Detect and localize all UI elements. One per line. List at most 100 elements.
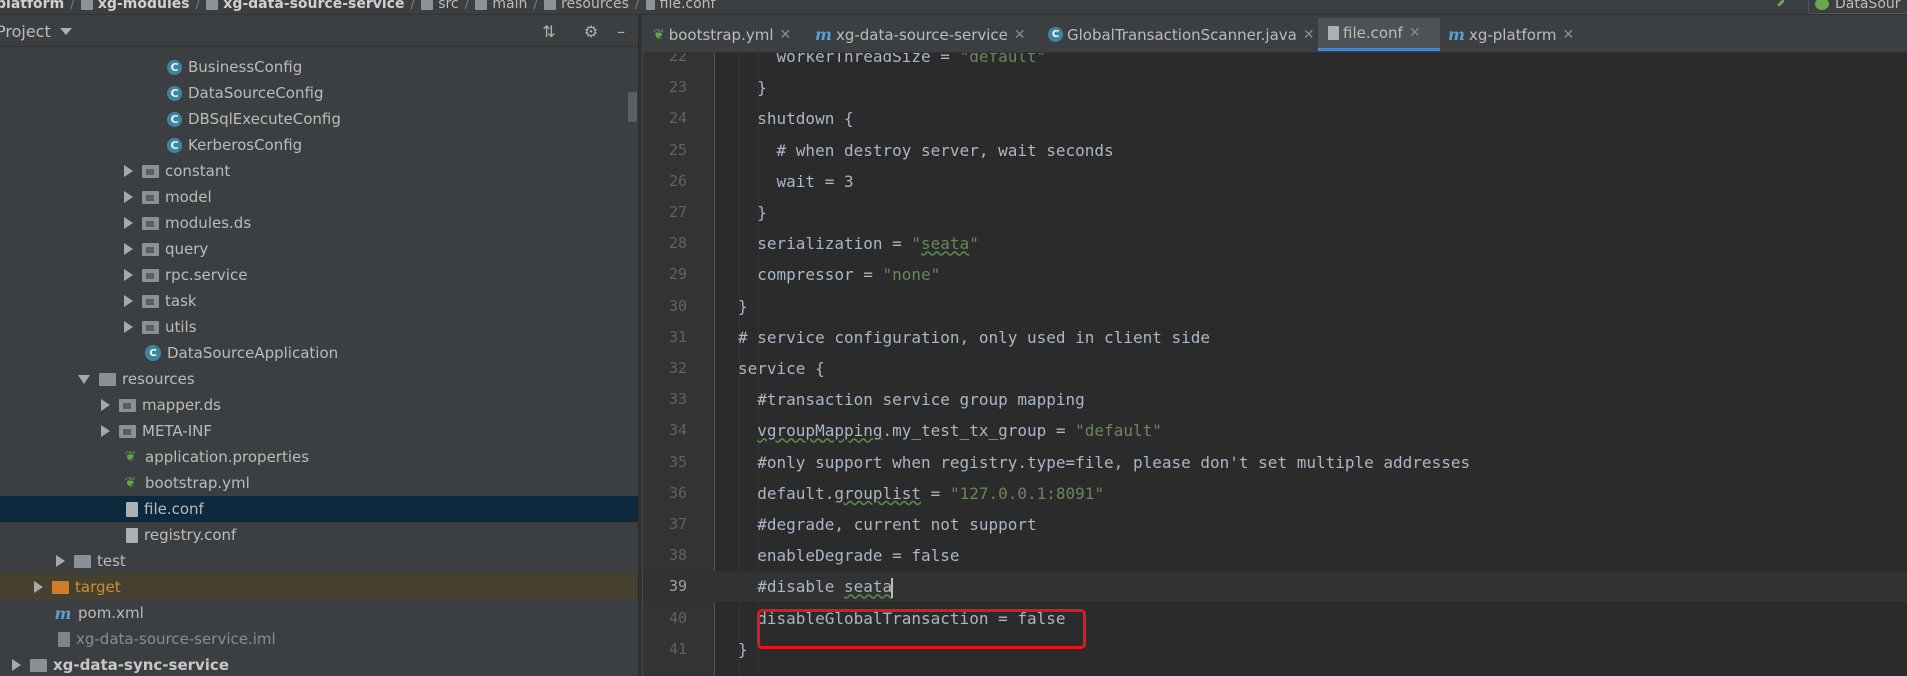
tree-item-label: application.properties [145, 448, 310, 466]
spring-boot-application-icon: C [145, 345, 161, 361]
breadcrumb-item-xg-data-source-service[interactable]: xg-data-source-service [223, 0, 404, 12]
tree-item-dbsqlexecuteconfig[interactable]: C DBSqlExecuteConfig [0, 106, 638, 132]
tree-item-constant[interactable]: constant [0, 158, 638, 184]
tree-item-datasourceconfig[interactable]: C DataSourceConfig [0, 80, 638, 106]
code-line[interactable]: 31 # service configuration, only used in … [643, 322, 1907, 353]
collapse-arrow-icon[interactable] [78, 374, 90, 384]
tree-item-kerberosconfig[interactable]: C KerberosConfig [0, 132, 638, 158]
expand-arrow-icon[interactable] [124, 321, 133, 333]
expand-arrow-icon[interactable] [101, 425, 110, 437]
module-folder-icon [30, 658, 47, 672]
tree-item-utils[interactable]: utils [0, 314, 638, 340]
code-editor[interactable]: 22 workerThreadSize = "default" 23 } 24 sh… [643, 53, 1907, 676]
breadcrumb-item-resources[interactable]: resources [561, 0, 629, 12]
breadcrumb-separator: / [464, 0, 470, 12]
tree-item-meta-inf[interactable]: META-INF [0, 418, 638, 444]
tree-item-modules-ds[interactable]: modules.ds [0, 210, 638, 236]
code-line[interactable]: 37 #degrade, current not support [643, 509, 1907, 540]
tree-item-label: pom.xml [78, 604, 144, 622]
expand-arrow-icon[interactable] [124, 295, 133, 307]
tree-item-label: DataSourceApplication [167, 344, 339, 362]
code-line[interactable]: 34 vgroupMapping.my_test_tx_group = "def… [643, 415, 1907, 446]
code-line[interactable]: 29 compressor = "none" [643, 259, 1907, 290]
expand-arrow-icon[interactable] [124, 243, 133, 255]
code-line[interactable]: 23 } [643, 72, 1907, 103]
breadcrumb-item-src[interactable]: src [438, 0, 458, 12]
breadcrumb-item-main[interactable]: main [492, 0, 527, 12]
tree-item-application-properties[interactable]: ❦ application.properties [0, 444, 638, 470]
tree-item-iml-file[interactable]: xg-data-source-service.iml [0, 626, 638, 652]
tree-item-rpc-service[interactable]: rpc.service [0, 262, 638, 288]
code-line[interactable]: 38 enableDegrade = false [643, 540, 1907, 571]
tree-item-label: modules.ds [165, 214, 252, 232]
code-line[interactable]: 24 shutdown { [643, 103, 1907, 134]
close-icon[interactable]: ✕ [1014, 27, 1026, 43]
tree-item-xg-data-sync-service[interactable]: xg-data-sync-service [0, 652, 638, 676]
run-configuration-label: DataSour [1835, 0, 1901, 12]
code-text: vgroupMapping.my_test_tx_group = "defaul… [757, 421, 1162, 441]
breadcrumb-item-platform[interactable]: platform [0, 0, 64, 12]
tree-item-registry-conf[interactable]: registry.conf [0, 522, 638, 548]
breadcrumb-item-file-conf[interactable]: file.conf [660, 0, 716, 12]
code-line[interactable]: 25 # when destroy server, wait seconds [643, 135, 1907, 166]
expand-arrow-icon[interactable] [124, 191, 133, 203]
package-folder-icon [142, 320, 159, 334]
code-line[interactable]: 26 wait = 3 [643, 166, 1907, 197]
expand-arrow-icon[interactable] [124, 217, 133, 229]
tree-item-bootstrap-yml[interactable]: ❦ bootstrap.yml [0, 470, 638, 496]
close-icon[interactable]: ✕ [1562, 27, 1574, 43]
expand-arrow-icon[interactable] [56, 555, 65, 567]
expand-arrow-icon[interactable] [124, 165, 133, 177]
project-tool-window: Project ⇅ ⚙ – C BusinessConfig C DataSou… [0, 15, 638, 676]
chevron-down-icon[interactable] [60, 28, 72, 35]
code-line[interactable]: 27 } [643, 197, 1907, 228]
folder-icon [119, 398, 136, 412]
collapse-all-icon[interactable]: ⇅ [540, 22, 558, 41]
tree-item-query[interactable]: query [0, 236, 638, 262]
line-number: 22 [668, 53, 687, 65]
expand-arrow-icon[interactable] [12, 659, 21, 671]
tab-xg-data-source-service[interactable]: m xg-data-source-service ✕ [815, 18, 1026, 51]
spring-leaf-icon: ❦ [124, 475, 137, 491]
code-text: enableDegrade = false [738, 546, 960, 566]
gear-icon[interactable]: ⚙ [582, 22, 600, 41]
tree-item-datasourceapplication[interactable]: C DataSourceApplication [0, 340, 638, 366]
tree-item-label: META-INF [142, 422, 213, 440]
code-text: } [738, 296, 748, 316]
code-line[interactable]: 32 service { [643, 353, 1907, 384]
tree-item-target[interactable]: target [0, 574, 638, 600]
tab-globaltransactionscanner[interactable]: C GlobalTransactionScanner.java ✕ [1048, 18, 1315, 51]
tree-item-model[interactable]: model [0, 184, 638, 210]
tab-xg-platform[interactable]: m xg-platform ✕ [1448, 18, 1574, 51]
tree-item-label: file.conf [144, 500, 204, 518]
tab-file-conf[interactable]: file.conf ✕ [1318, 18, 1440, 51]
tree-item-mapper-ds[interactable]: mapper.ds [0, 392, 638, 418]
tab-bootstrap-yml[interactable]: ❦ bootstrap.yml ✕ [653, 18, 791, 51]
tree-item-businessconfig[interactable]: C BusinessConfig [0, 54, 638, 80]
build-hammer-icon[interactable] [1776, 0, 1784, 6]
code-line[interactable]: 28 serialization = "seata" [643, 228, 1907, 259]
project-view-title[interactable]: Project [0, 22, 51, 41]
close-icon[interactable]: ✕ [1409, 25, 1421, 41]
code-line[interactable]: 35 #only support when registry.type=file… [643, 447, 1907, 478]
code-text: # service configuration, only used in cl… [738, 327, 1211, 347]
breadcrumb-item-xg-modules[interactable]: xg-modules [98, 0, 190, 12]
close-icon[interactable]: ✕ [1303, 27, 1315, 43]
expand-arrow-icon[interactable] [124, 269, 133, 281]
tree-item-pom-xml[interactable]: m pom.xml [0, 600, 638, 626]
run-configuration-selector[interactable]: DataSour [1808, 0, 1907, 14]
tree-item-task[interactable]: task [0, 288, 638, 314]
hide-icon[interactable]: – [612, 22, 630, 41]
code-line[interactable]: 30} [643, 291, 1907, 322]
code-line[interactable]: 33 #transaction service group mapping [643, 384, 1907, 415]
tree-item-resources[interactable]: resources [0, 366, 638, 392]
expand-arrow-icon[interactable] [101, 399, 110, 411]
code-line[interactable]: 36 default.grouplist = "127.0.0.1:8091" [643, 478, 1907, 509]
tree-item-file-conf[interactable]: file.conf [0, 496, 638, 522]
code-line[interactable]: 22 workerThreadSize = "default" [643, 53, 1907, 72]
tree-item-test[interactable]: test [0, 548, 638, 574]
close-icon[interactable]: ✕ [780, 27, 792, 43]
code-text: } [738, 203, 767, 222]
code-line[interactable]: 39 #disable seata [643, 571, 1907, 603]
expand-arrow-icon[interactable] [34, 581, 43, 593]
